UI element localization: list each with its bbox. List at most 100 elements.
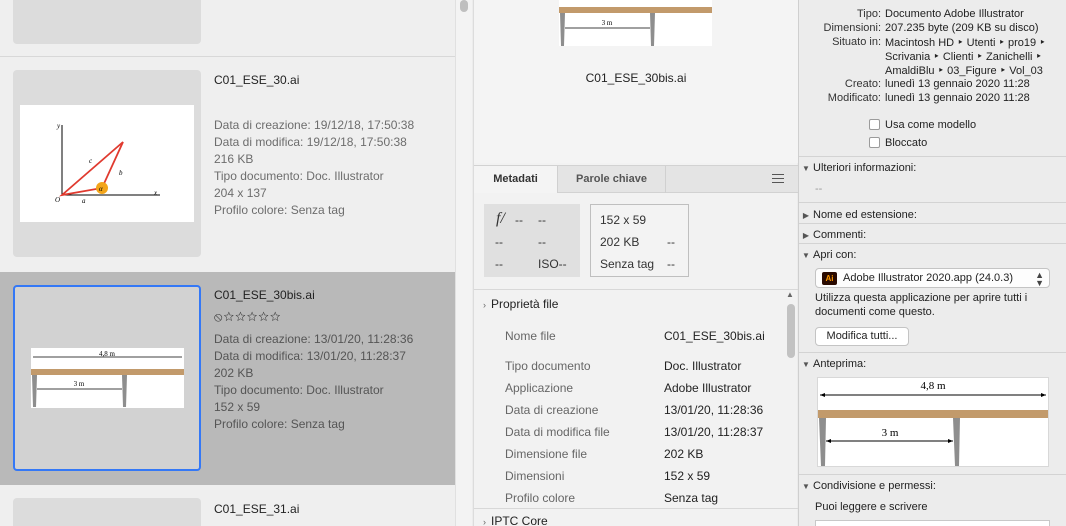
section-title: Condivisione e permessi:	[813, 480, 936, 492]
axis-label-x: x	[153, 189, 158, 197]
disclosure-closed-icon[interactable]: ▶	[799, 211, 813, 220]
list-scrollbar[interactable]	[455, 0, 472, 526]
selected-app: Adobe Illustrator 2020.app (24.0.3)	[843, 272, 1014, 284]
preview-file-name: C01_ESE_30bis.ai	[585, 71, 687, 85]
meta-size: 216 KB	[214, 152, 254, 166]
chevron-updown-icon: ▲ ▼	[1035, 270, 1044, 288]
meta-type: Tipo documento: Doc. Illustrator	[214, 383, 384, 397]
info-label: Situato in:	[832, 36, 881, 48]
prop-label: Data di modifica file	[505, 425, 610, 439]
scroll-up-arrow-icon[interactable]: ▲	[786, 290, 794, 299]
section-title: IPTC Core	[491, 514, 548, 526]
table-drawing-large: 4,8 m 3 m	[818, 380, 1048, 466]
change-all-button[interactable]: Modifica tutti...	[815, 327, 909, 346]
more-info-value: --	[815, 183, 823, 195]
divider	[474, 508, 798, 509]
info-value: lunedì 13 gennaio 2020 11:28	[885, 78, 1030, 90]
prop-label: Profilo colore	[505, 491, 576, 505]
section-title: Apri con:	[813, 249, 857, 261]
fstop-icon: f/	[496, 210, 505, 227]
preview-area: 3 m C01_ESE_30bis.ai	[474, 0, 798, 163]
info-label: Tipo:	[856, 8, 881, 20]
get-info-panel: Tipo: Documento Adobe Illustrator Dimens…	[798, 0, 1066, 526]
disclosure-open-icon[interactable]: ▼	[799, 251, 813, 260]
illustrator-app-icon: Ai	[822, 272, 837, 285]
divider	[474, 289, 798, 290]
open-with-select[interactable]: Ai Adobe Illustrator 2020.app (24.0.3) ▲…	[815, 268, 1050, 288]
section-open-with[interactable]: ▼ Apri con:	[799, 249, 1066, 261]
section-file-properties[interactable]: › Proprietà file	[483, 297, 558, 311]
vector-triangle-drawing: y x O a b c α	[55, 122, 160, 205]
stationery-checkbox[interactable]: Usa come modello	[869, 119, 976, 131]
thumbnail-previous[interactable]	[13, 0, 201, 44]
prop-label: Applicazione	[505, 381, 574, 395]
section-more-info[interactable]: ▼ Ulteriori informazioni:	[799, 162, 1066, 174]
preview-image: 3 m	[559, 0, 712, 46]
thumbnail-image: y x O a b c α	[20, 105, 194, 222]
scrollbar-thumb[interactable]	[787, 304, 795, 358]
divider	[799, 202, 1066, 203]
content-list: y x O a b c α C01_ESE_30.ai Data di crea…	[0, 0, 455, 526]
prop-value: 152 x 59	[664, 469, 711, 483]
meta-color-profile: Profilo colore: Senza tag	[214, 203, 345, 217]
meta-color-profile: Profilo colore: Senza tag	[214, 417, 345, 431]
thumbnail-frame[interactable]	[13, 498, 201, 526]
origin-label: O	[55, 196, 60, 204]
drawing-label-top: 4,8 m	[99, 350, 116, 358]
scrollbar-thumb[interactable]	[460, 0, 468, 12]
info-preview-image: 4,8 m 3 m	[817, 377, 1049, 467]
thumbnail-frame-selected[interactable]: 4,8 m 3 m	[13, 285, 201, 471]
disclosure-closed-icon[interactable]: ▶	[799, 231, 813, 240]
panel-menu-icon[interactable]	[772, 174, 784, 184]
meta-created: Data di creazione: 19/12/18, 17:50:38	[214, 118, 415, 132]
disclosure-chevron-icon[interactable]: ›	[483, 300, 486, 310]
divider	[799, 352, 1066, 353]
item-name: C01_ESE_30.ai	[214, 73, 300, 87]
list-item[interactable]: y x O a b c α C01_ESE_30.ai Data di crea…	[0, 57, 455, 271]
exif-color-profile: Senza tag	[600, 257, 655, 271]
exif-iso: ISO--	[538, 257, 567, 271]
permissions-table-edge	[815, 520, 1050, 526]
prop-value: C01_ESE_30bis.ai	[664, 329, 765, 343]
info-value: AmaldiBlu ‣ 03_Figure ‣ Vol_03	[885, 65, 1043, 77]
info-value: Macintosh HD ‣ Utenti ‣ pro19 ‣	[885, 37, 1046, 49]
disclosure-open-icon[interactable]: ▼	[799, 360, 813, 369]
preview-drawing-label: 3 m	[602, 19, 613, 27]
section-comments[interactable]: ▶ Commenti:	[799, 229, 1066, 241]
tab-keywords[interactable]: Parole chiave	[558, 166, 666, 193]
disclosure-open-icon[interactable]: ▼	[799, 164, 813, 173]
prop-value: Adobe Illustrator	[664, 381, 752, 395]
section-title: Ulteriori informazioni:	[813, 162, 917, 174]
panel-scrollbar[interactable]: ▲	[785, 290, 797, 526]
disclosure-chevron-icon[interactable]: ›	[483, 517, 486, 526]
info-value: 207.235 byte (209 KB su disco)	[885, 22, 1039, 34]
panel-tabs: Metadati Parole chiave	[474, 165, 798, 193]
info-value: Documento Adobe Illustrator	[885, 8, 1024, 20]
section-iptc-core[interactable]: › IPTC Core	[483, 514, 548, 526]
disclosure-open-icon[interactable]: ▼	[799, 482, 813, 491]
section-name-extension[interactable]: ▶ Nome ed estensione:	[799, 209, 1066, 221]
axis-label-y: y	[56, 122, 61, 130]
info-label: Modificato:	[827, 92, 881, 104]
exif-size: 202 KB	[600, 235, 640, 249]
exif-value: --	[667, 257, 675, 271]
open-with-help: documenti come questo.	[815, 306, 935, 318]
prop-label: Dimensioni	[505, 469, 565, 483]
divider	[799, 156, 1066, 157]
rating-stars[interactable]: ⦸☆☆☆☆☆	[214, 309, 282, 325]
info-value: lunedì 13 gennaio 2020 11:28	[885, 92, 1030, 104]
section-title: Nome ed estensione:	[813, 209, 917, 221]
tab-metadata[interactable]: Metadati	[474, 166, 558, 193]
checkbox-label: Bloccato	[885, 137, 928, 149]
exif-value: --	[538, 235, 546, 249]
meta-modified: Data di modifica: 19/12/18, 17:50:38	[214, 135, 407, 149]
divider	[799, 243, 1066, 244]
info-value: Scrivania ‣ Clienti ‣ Zanichelli ‣	[885, 51, 1043, 63]
section-title: Proprietà file	[491, 297, 559, 311]
prop-label: Nome file	[505, 329, 556, 343]
locked-checkbox[interactable]: Bloccato	[869, 137, 927, 149]
prop-label: Data di creazione	[505, 403, 599, 417]
section-sharing[interactable]: ▼ Condivisione e permessi:	[799, 480, 1066, 492]
section-preview[interactable]: ▼ Anteprima:	[799, 358, 1066, 370]
meta-dimensions: 152 x 59	[214, 400, 261, 414]
